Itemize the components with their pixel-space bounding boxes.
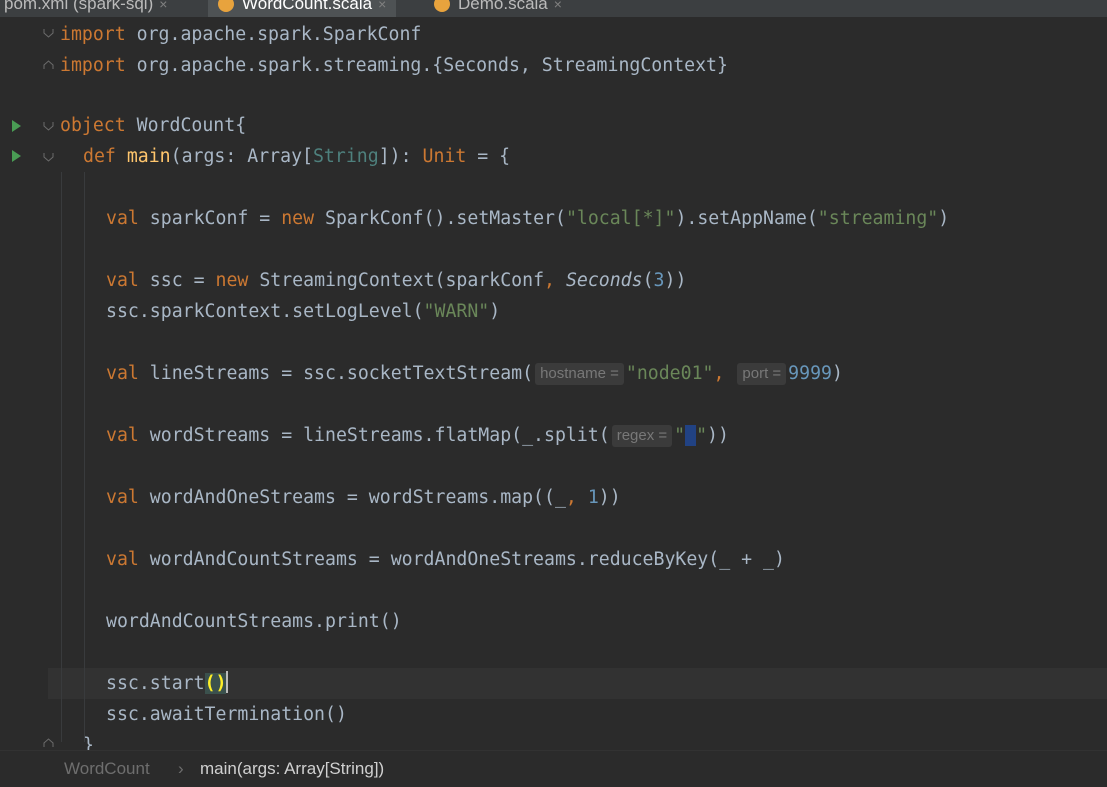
tab-label: Demo.scala bbox=[458, 0, 548, 13]
close-icon[interactable]: × bbox=[378, 0, 386, 12]
indent-guide bbox=[61, 172, 62, 742]
code-line-10: ssc.sparkContext.setLogLevel("WARN") bbox=[106, 301, 501, 322]
code-editor[interactable]: import org.apache.spark.SparkConf import… bbox=[0, 17, 1107, 750]
fold-end-icon[interactable] bbox=[43, 60, 54, 71]
tab-label: pom.xml (spark-sql) bbox=[4, 0, 154, 13]
fold-start-icon[interactable] bbox=[43, 120, 54, 131]
code-line-9: val ssc = new StreamingContext(sparkConf… bbox=[106, 270, 687, 291]
parameter-hint: hostname = bbox=[535, 363, 624, 385]
tab-wordcount-scala[interactable]: WordCount.scala × bbox=[208, 0, 397, 17]
parameter-hint: regex = bbox=[611, 425, 673, 447]
code-line-16: val wordAndOneStreams = wordStreams.map(… bbox=[106, 487, 621, 508]
fold-start-icon[interactable] bbox=[43, 151, 54, 162]
code-line-23: ssc.awaitTermination() bbox=[106, 704, 347, 725]
scala-object-icon bbox=[434, 0, 450, 12]
close-icon[interactable]: × bbox=[159, 0, 167, 12]
code-line-24: } bbox=[83, 735, 94, 750]
code-line-2: import org.apache.spark.streaming.{Secon… bbox=[60, 55, 728, 76]
tab-pom-xml[interactable]: pom.xml (spark-sql) × bbox=[4, 0, 167, 17]
run-icon[interactable] bbox=[12, 120, 21, 132]
code-line-18: val wordAndCountStreams = wordAndOneStre… bbox=[106, 549, 785, 570]
code-line-5: def main(args: Array[String]): Unit = { bbox=[83, 146, 511, 167]
code-line-12: val lineStreams = ssc.socketTextStream(h… bbox=[106, 363, 843, 385]
code-line-7: val sparkConf = new SparkConf().setMaste… bbox=[106, 208, 950, 229]
code-line-1: import org.apache.spark.SparkConf bbox=[60, 24, 422, 45]
breadcrumb: WordCount › main(args: Array[String]) bbox=[0, 750, 1107, 787]
tab-label: WordCount.scala bbox=[242, 0, 373, 13]
editor-tab-bar: pom.xml (spark-sql) × WordCount.scala × De… bbox=[0, 0, 1107, 17]
run-icon[interactable] bbox=[12, 150, 21, 162]
code-line-22: ssc.start() bbox=[106, 671, 229, 694]
tab-demo-scala[interactable]: Demo.scala × bbox=[434, 0, 562, 17]
parameter-hint: port = bbox=[737, 363, 787, 385]
indent-guide bbox=[84, 172, 85, 742]
fold-start-icon[interactable] bbox=[43, 27, 54, 38]
close-icon[interactable]: × bbox=[554, 0, 562, 12]
breadcrumb-separator-icon: › bbox=[178, 759, 184, 778]
fold-end-icon[interactable] bbox=[43, 738, 54, 749]
scala-object-icon bbox=[218, 0, 234, 12]
code-line-14: val wordStreams = lineStreams.flatMap(_.… bbox=[106, 425, 729, 447]
code-line-4: object WordCount{ bbox=[60, 115, 247, 136]
editor-gutter bbox=[0, 17, 54, 750]
breadcrumb-item-main[interactable]: main(args: Array[String]) bbox=[200, 751, 384, 787]
text-caret bbox=[226, 671, 229, 693]
code-line-20: wordAndCountStreams.print() bbox=[106, 611, 402, 632]
breadcrumb-item-wordcount[interactable]: WordCount bbox=[64, 751, 150, 787]
